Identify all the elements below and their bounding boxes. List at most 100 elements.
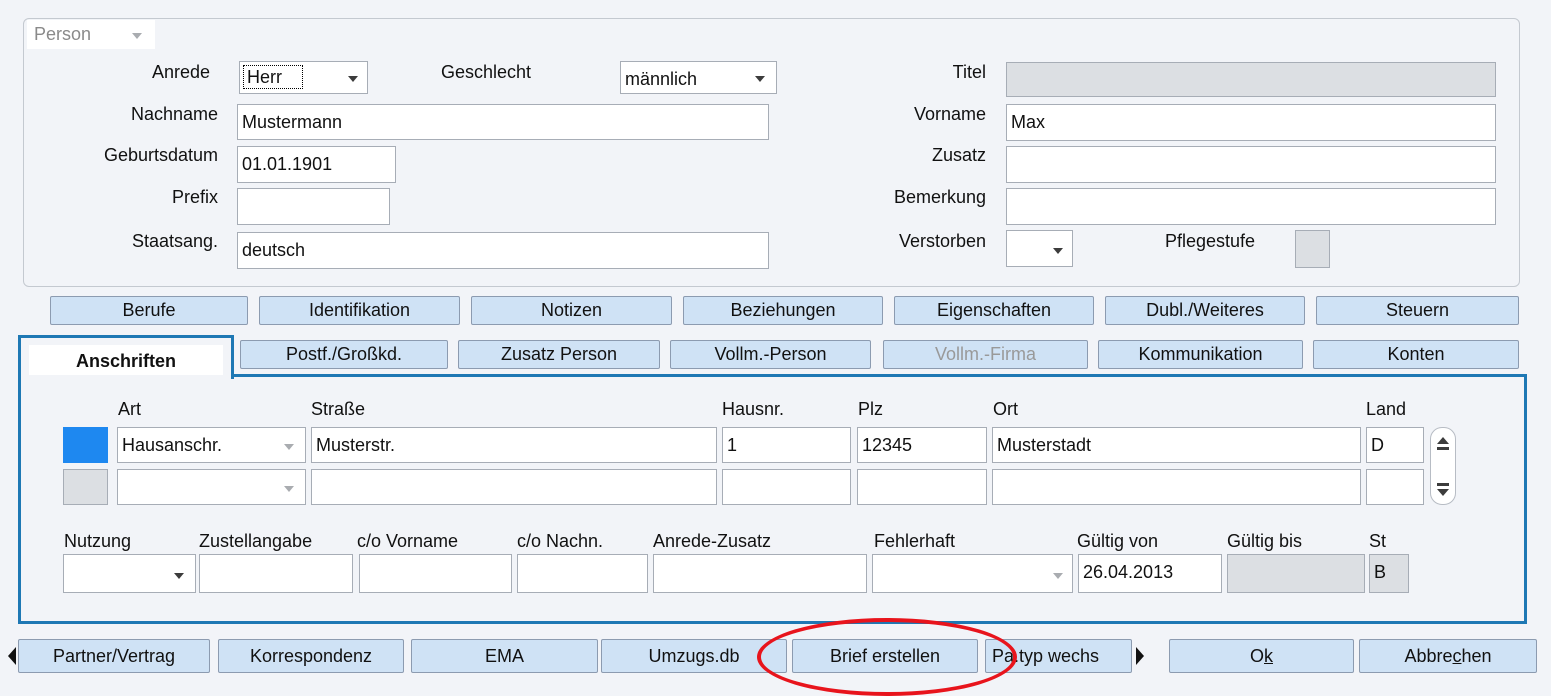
land-field[interactable]	[1366, 469, 1424, 505]
anrede-value: Herr	[243, 65, 303, 89]
prefix-field[interactable]	[237, 188, 390, 225]
tab-vollm-person[interactable]: Vollm.-Person	[670, 340, 871, 369]
scroll-right-icon[interactable]	[1133, 639, 1147, 673]
gueltig-bis-label: Gültig bis	[1227, 531, 1303, 551]
row-marker[interactable]	[63, 469, 108, 505]
chevron-down-icon	[348, 76, 358, 82]
strasse-field[interactable]	[311, 469, 717, 505]
verstorben-dropdown[interactable]	[1006, 230, 1073, 267]
umzugs-db-button[interactable]: Umzugs.db	[601, 639, 787, 673]
land-field[interactable]: D	[1366, 427, 1424, 463]
col-header-plz: Plz	[858, 399, 884, 419]
plz-field[interactable]: 12345	[857, 427, 987, 463]
scroll-up-icon[interactable]	[1431, 432, 1455, 454]
tab-eigenschaften[interactable]: Eigenschaften	[894, 296, 1094, 325]
tab-berufe[interactable]: Berufe	[50, 296, 248, 325]
abbrechen-label: Abbre	[1404, 646, 1453, 666]
anrede-dropdown[interactable]: Herr	[239, 61, 368, 94]
art-dropdown[interactable]	[117, 469, 306, 505]
bemerkung-label: Bemerkung	[893, 187, 986, 207]
anrede-label: Anrede	[151, 62, 210, 82]
art-dropdown[interactable]: Hausanschr.	[117, 427, 306, 463]
chevron-down-icon	[284, 486, 294, 492]
tab-notizen[interactable]: Notizen	[471, 296, 672, 325]
tab-vollm-firma[interactable]: Vollm.-Firma	[883, 340, 1088, 369]
ema-button[interactable]: EMA	[411, 639, 598, 673]
abbrechen-label-accesskey: c	[1452, 646, 1462, 666]
geburtsdatum-label: Geburtsdatum	[103, 145, 218, 165]
staatsang-field[interactable]: deutsch	[237, 232, 769, 269]
co-vorname-label: c/o Vorname	[357, 531, 459, 551]
gueltig-bis-field[interactable]	[1227, 554, 1365, 593]
person-type-selector[interactable]: Person	[27, 20, 155, 49]
strasse-field[interactable]: Musterstr.	[311, 427, 717, 463]
co-nachname-field[interactable]	[517, 554, 648, 593]
zusatz-field[interactable]	[1006, 146, 1496, 183]
nutzung-label: Nutzung	[64, 531, 132, 551]
tab-konten[interactable]: Konten	[1313, 340, 1519, 369]
chevron-down-icon	[1053, 248, 1063, 254]
geschlecht-dropdown[interactable]: männlich	[620, 61, 777, 94]
brief-erstellen-button[interactable]: Brief erstellen	[792, 639, 978, 673]
tab-kommunikation[interactable]: Kommunikation	[1098, 340, 1303, 369]
gueltig-von-label: Gültig von	[1077, 531, 1159, 551]
co-vorname-field[interactable]	[359, 554, 512, 593]
zusatz-label: Zusatz	[931, 145, 986, 165]
tab-zusatz-person[interactable]: Zusatz Person	[458, 340, 660, 369]
verstorben-label: Verstorben	[898, 231, 986, 251]
abbrechen-button[interactable]: Abbrechen	[1359, 639, 1537, 673]
col-header-hausnr: Hausnr.	[722, 399, 785, 419]
fehlerhaft-dropdown[interactable]	[872, 554, 1073, 593]
person-type-value: Person	[34, 24, 92, 44]
bemerkung-field[interactable]	[1006, 188, 1496, 225]
anrede-zusatz-label: Anrede-Zusatz	[653, 531, 772, 551]
nachname-label: Nachname	[130, 104, 218, 124]
pa-typ-wechseln-button[interactable]: Pa.typ wechs	[985, 639, 1132, 673]
tab-anschriften[interactable]: Anschriften	[18, 335, 234, 379]
vorname-field[interactable]: Max	[1006, 104, 1496, 141]
scroll-down-icon[interactable]	[1431, 480, 1455, 502]
tab-dubl-weiteres[interactable]: Dubl./Weiteres	[1105, 296, 1305, 325]
chevron-down-icon	[174, 573, 184, 579]
gueltig-von-field[interactable]: 26.04.2013	[1078, 554, 1222, 593]
abbrechen-label-rest: hen	[1461, 646, 1492, 666]
ok-button[interactable]: Ok	[1169, 639, 1354, 673]
row-selected-marker[interactable]	[63, 427, 108, 463]
tab-postf-grosskd[interactable]: Postf./Großkd.	[240, 340, 448, 369]
geschlecht-label: Geschlecht	[441, 62, 532, 82]
ort-field[interactable]: Musterstadt	[992, 427, 1361, 463]
chevron-down-icon	[284, 444, 294, 450]
col-header-land: Land	[1366, 399, 1407, 419]
fehlerhaft-label: Fehlerhaft	[874, 531, 956, 551]
geschlecht-value: männlich	[625, 69, 698, 89]
tab-beziehungen[interactable]: Beziehungen	[683, 296, 883, 325]
address-scrollbar[interactable]	[1430, 427, 1456, 505]
tab-anschriften-label: Anschriften	[29, 345, 223, 375]
st-field[interactable]: B	[1369, 554, 1409, 593]
tab-identifikation[interactable]: Identifikation	[259, 296, 460, 325]
nutzung-dropdown[interactable]	[63, 554, 196, 593]
st-label: St	[1369, 531, 1387, 551]
art-value: Hausanschr.	[122, 435, 223, 455]
ok-label-accesskey: k	[1264, 646, 1273, 666]
staatsang-label: Staatsang.	[131, 231, 218, 251]
tab-steuern[interactable]: Steuern	[1316, 296, 1519, 325]
col-header-art: Art	[118, 399, 142, 419]
titel-field[interactable]	[1006, 62, 1496, 97]
nachname-field[interactable]: Mustermann	[237, 104, 769, 140]
chevron-down-icon	[132, 33, 142, 39]
pflegestufe-field[interactable]	[1295, 230, 1330, 268]
chevron-down-icon	[1053, 573, 1063, 579]
anrede-zusatz-field[interactable]	[653, 554, 867, 593]
ort-field[interactable]	[992, 469, 1361, 505]
titel-label: Titel	[952, 62, 986, 82]
hausnr-field[interactable]: 1	[722, 427, 851, 463]
korrespondenz-button[interactable]: Korrespondenz	[218, 639, 404, 673]
hausnr-field[interactable]	[722, 469, 851, 505]
prefix-label: Prefix	[171, 187, 218, 207]
geburtsdatum-field[interactable]: 01.01.1901	[237, 146, 396, 183]
partner-vertrag-button[interactable]: Partner/Vertrag	[18, 639, 210, 673]
zustellangabe-field[interactable]	[199, 554, 353, 593]
scroll-left-icon[interactable]	[6, 639, 18, 673]
plz-field[interactable]	[857, 469, 987, 505]
